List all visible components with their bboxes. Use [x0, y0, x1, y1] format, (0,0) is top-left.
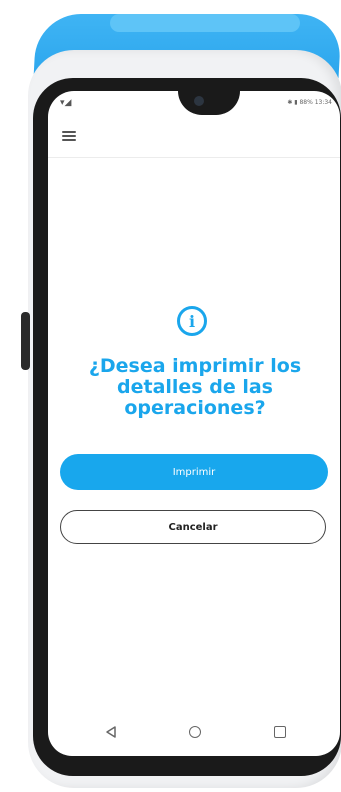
dialog-title: ¿Desea imprimir los detalles de las oper…: [88, 355, 302, 419]
phone-screen: ▾◢ ✱ ▮ 88% 13:34 i ¿Desea imprimir los d…: [48, 91, 340, 756]
recent-apps-icon[interactable]: [274, 726, 286, 738]
home-icon[interactable]: [189, 726, 201, 738]
front-camera: [194, 96, 204, 106]
info-icon: i: [177, 306, 207, 336]
android-nav-bar: [48, 719, 340, 747]
side-button: [21, 312, 30, 370]
menu-icon[interactable]: [62, 131, 76, 141]
status-right-info: ✱ ▮ 88% 13:34: [287, 99, 332, 106]
status-right-text: ✱ ▮ 88% 13:34: [287, 99, 332, 106]
print-button[interactable]: Imprimir: [60, 454, 328, 490]
signal-indicator: ▾◢: [60, 98, 72, 108]
cancel-button[interactable]: Cancelar: [60, 510, 326, 544]
back-icon[interactable]: [104, 725, 118, 739]
device-top-highlight: [110, 14, 300, 32]
app-header: [48, 117, 340, 158]
